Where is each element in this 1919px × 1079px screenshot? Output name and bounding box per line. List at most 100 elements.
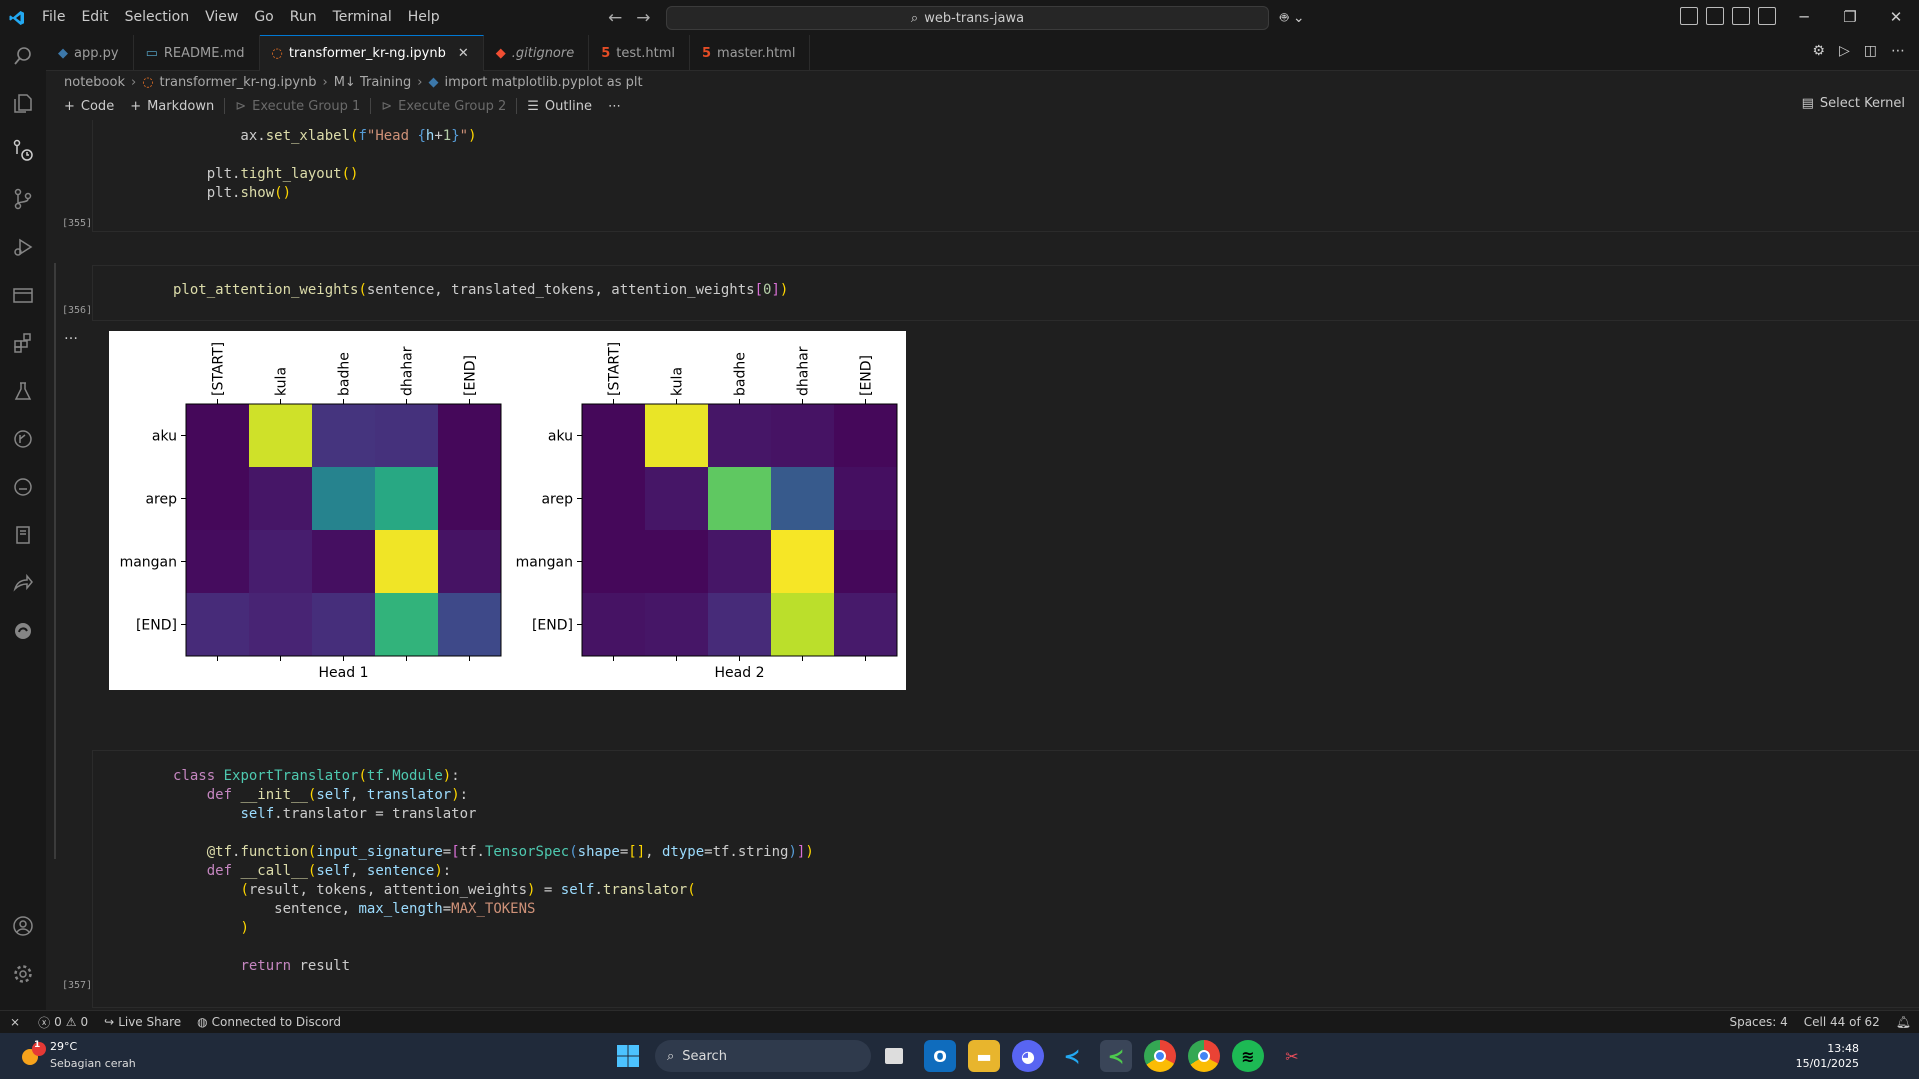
tab-app-py[interactable]: ◆ app.py	[46, 35, 134, 71]
breadcrumb-item[interactable]: transformer_kr-ng.ipynb	[160, 75, 317, 90]
command-center-search[interactable]: ⌕ web-trans-jawa	[666, 6, 1269, 30]
execute-group-1-button[interactable]: ⊳ Execute Group 1	[227, 99, 368, 114]
close-tab-icon[interactable]: ✕	[458, 46, 469, 61]
weather-widget-icon[interactable]: 1	[18, 1040, 46, 1069]
run-all-icon[interactable]: ▷	[1839, 43, 1850, 59]
accounts-icon[interactable]	[8, 911, 38, 941]
tab-test-html[interactable]: 5 test.html	[589, 35, 690, 71]
notifications-bell-icon[interactable]: 🔔︎	[1888, 1015, 1919, 1029]
breadcrumb-item[interactable]: M↓ Training	[334, 75, 412, 90]
chrome-icon[interactable]	[1144, 1040, 1176, 1072]
heatmap-cell	[708, 530, 771, 593]
heatmap-cell	[249, 404, 312, 467]
add-markdown-cell-button[interactable]: + Markdown	[122, 99, 222, 114]
forward-arrow-icon[interactable]: →	[636, 8, 650, 28]
tab-transformer-notebook[interactable]: ◌ transformer_kr-ng.ipynb ✕	[259, 35, 484, 71]
file-explorer-icon[interactable]: ▬	[968, 1040, 1000, 1072]
code-cell-356[interactable]: plot_attention_weights(sentence, transla…	[92, 265, 1919, 321]
y-tick-label: aku	[152, 429, 177, 445]
run-debug-icon[interactable]	[8, 232, 38, 262]
source-control-history-icon[interactable]	[8, 136, 38, 166]
menu-terminal[interactable]: Terminal	[325, 0, 400, 35]
live-share-icon[interactable]	[8, 568, 38, 598]
problems-indicator[interactable]: ⓧ 0 ⚠ 0	[30, 1014, 96, 1031]
restore-icon[interactable]: ❐	[1827, 0, 1873, 35]
y-tick-label: arep	[541, 492, 573, 508]
toggle-sidebar-icon[interactable]	[1706, 7, 1724, 25]
y-tick-label: [END]	[136, 618, 177, 634]
indentation-status[interactable]: Spaces: 4	[1721, 1015, 1795, 1029]
notebook-settings-gear-icon[interactable]: ⚙	[1812, 43, 1825, 59]
remote-explorer-icon[interactable]	[8, 280, 38, 310]
back-arrow-icon[interactable]: ←	[608, 8, 622, 28]
customize-layout-icon[interactable]	[1680, 7, 1698, 25]
outline-button[interactable]: ☰ Outline	[519, 99, 600, 114]
search-icon[interactable]	[8, 41, 38, 71]
cell-code: class ExportTranslator(tf.Module): def _…	[173, 768, 814, 974]
windows-start-icon[interactable]	[612, 1040, 644, 1072]
explorer-icon[interactable]	[8, 88, 38, 118]
output-more-icon[interactable]: …	[64, 327, 78, 343]
menu-help[interactable]: Help	[400, 0, 448, 35]
error-count: 0	[54, 1015, 62, 1029]
menu-file[interactable]: File	[34, 0, 73, 35]
heatmap-cell	[438, 467, 501, 530]
snipping-tool-icon[interactable]: ✂	[1276, 1040, 1308, 1072]
html-icon: 5	[601, 45, 611, 61]
heatmap-cell	[645, 593, 708, 656]
toggle-secondary-sidebar-icon[interactable]	[1758, 7, 1776, 25]
tab-label: transformer_kr-ng.ipynb	[288, 46, 446, 61]
cell-position-status[interactable]: Cell 44 of 62	[1796, 1015, 1888, 1029]
tab-readme[interactable]: ▭ README.md	[134, 35, 260, 71]
copilot-icon[interactable]: 🤖︎ ⌄	[1280, 8, 1305, 28]
heatmap-cell	[708, 593, 771, 656]
code-cell-357[interactable]: class ExportTranslator(tf.Module): def _…	[92, 750, 1919, 1008]
testing-icon[interactable]	[8, 376, 38, 406]
edge-devtools-icon[interactable]	[8, 616, 38, 646]
remote-indicator-icon[interactable]: ⨯	[0, 1015, 30, 1029]
execute-group-2-button[interactable]: ⊳ Execute Group 2	[373, 99, 514, 114]
toggle-panel-icon[interactable]	[1732, 7, 1750, 25]
execution-count: [356]	[62, 305, 93, 316]
menu-run[interactable]: Run	[282, 0, 325, 35]
git-graph-icon[interactable]	[8, 424, 38, 454]
breadcrumb-item[interactable]: import matplotlib.pyplot as plt	[444, 75, 642, 90]
task-view-icon[interactable]	[878, 1040, 910, 1072]
tab-master-html[interactable]: 5 master.html	[690, 35, 811, 71]
notebook-icon[interactable]	[8, 520, 38, 550]
code-cell-355[interactable]: ax.set_xlabel(f"Head {h+1}") plt.tight_l…	[92, 120, 1919, 232]
heatmap-cell	[186, 530, 249, 593]
menu-selection[interactable]: Selection	[117, 0, 198, 35]
live-share-status[interactable]: ↪ Live Share	[96, 1015, 189, 1029]
docker-icon[interactable]	[8, 472, 38, 502]
select-kernel-button[interactable]: ▤ Select Kernel	[1802, 96, 1905, 111]
breadcrumb-item[interactable]: notebook	[64, 75, 125, 90]
add-code-cell-button[interactable]: + Code	[56, 99, 122, 114]
spotify-icon[interactable]: ≋	[1232, 1040, 1264, 1072]
discord-status[interactable]: ◍ Connected to Discord	[189, 1015, 349, 1029]
attention-plot-output: [START] kula badhe dhahar [END] aku arep mangan…	[109, 331, 906, 690]
tab-gitignore[interactable]: ◆ .gitignore	[484, 35, 590, 71]
weather-temp: 29°C	[50, 1040, 78, 1053]
menu-edit[interactable]: Edit	[73, 0, 116, 35]
vscode-icon[interactable]: ≺	[1056, 1040, 1088, 1072]
workspace-name: web-trans-jawa	[924, 10, 1025, 26]
source-control-icon[interactable]	[8, 184, 38, 214]
toolbar-more-button[interactable]: ⋯	[600, 99, 629, 114]
minimize-icon[interactable]: ─	[1781, 0, 1827, 35]
system-clock[interactable]: 13:48 15/01/2025	[1796, 1041, 1859, 1071]
split-editor-icon[interactable]: ◫	[1864, 43, 1877, 59]
settings-gear-icon[interactable]	[8, 959, 38, 989]
vscode-insiders-icon[interactable]: ≺	[1100, 1040, 1132, 1072]
chrome-profile-icon[interactable]	[1188, 1040, 1220, 1072]
more-actions-icon[interactable]: ⋯	[1891, 43, 1905, 59]
menu-view[interactable]: View	[197, 0, 246, 35]
menu-go[interactable]: Go	[246, 0, 281, 35]
extensions-icon[interactable]	[8, 328, 38, 358]
clock-date: 15/01/2025	[1795, 1057, 1859, 1070]
close-window-icon[interactable]: ✕	[1873, 0, 1919, 35]
discord-icon[interactable]: ◕	[1012, 1040, 1044, 1072]
heatmap-cell	[645, 404, 708, 467]
outlook-icon[interactable]: O	[924, 1040, 956, 1072]
taskbar-search-box[interactable]: ⌕ Search	[655, 1040, 871, 1072]
